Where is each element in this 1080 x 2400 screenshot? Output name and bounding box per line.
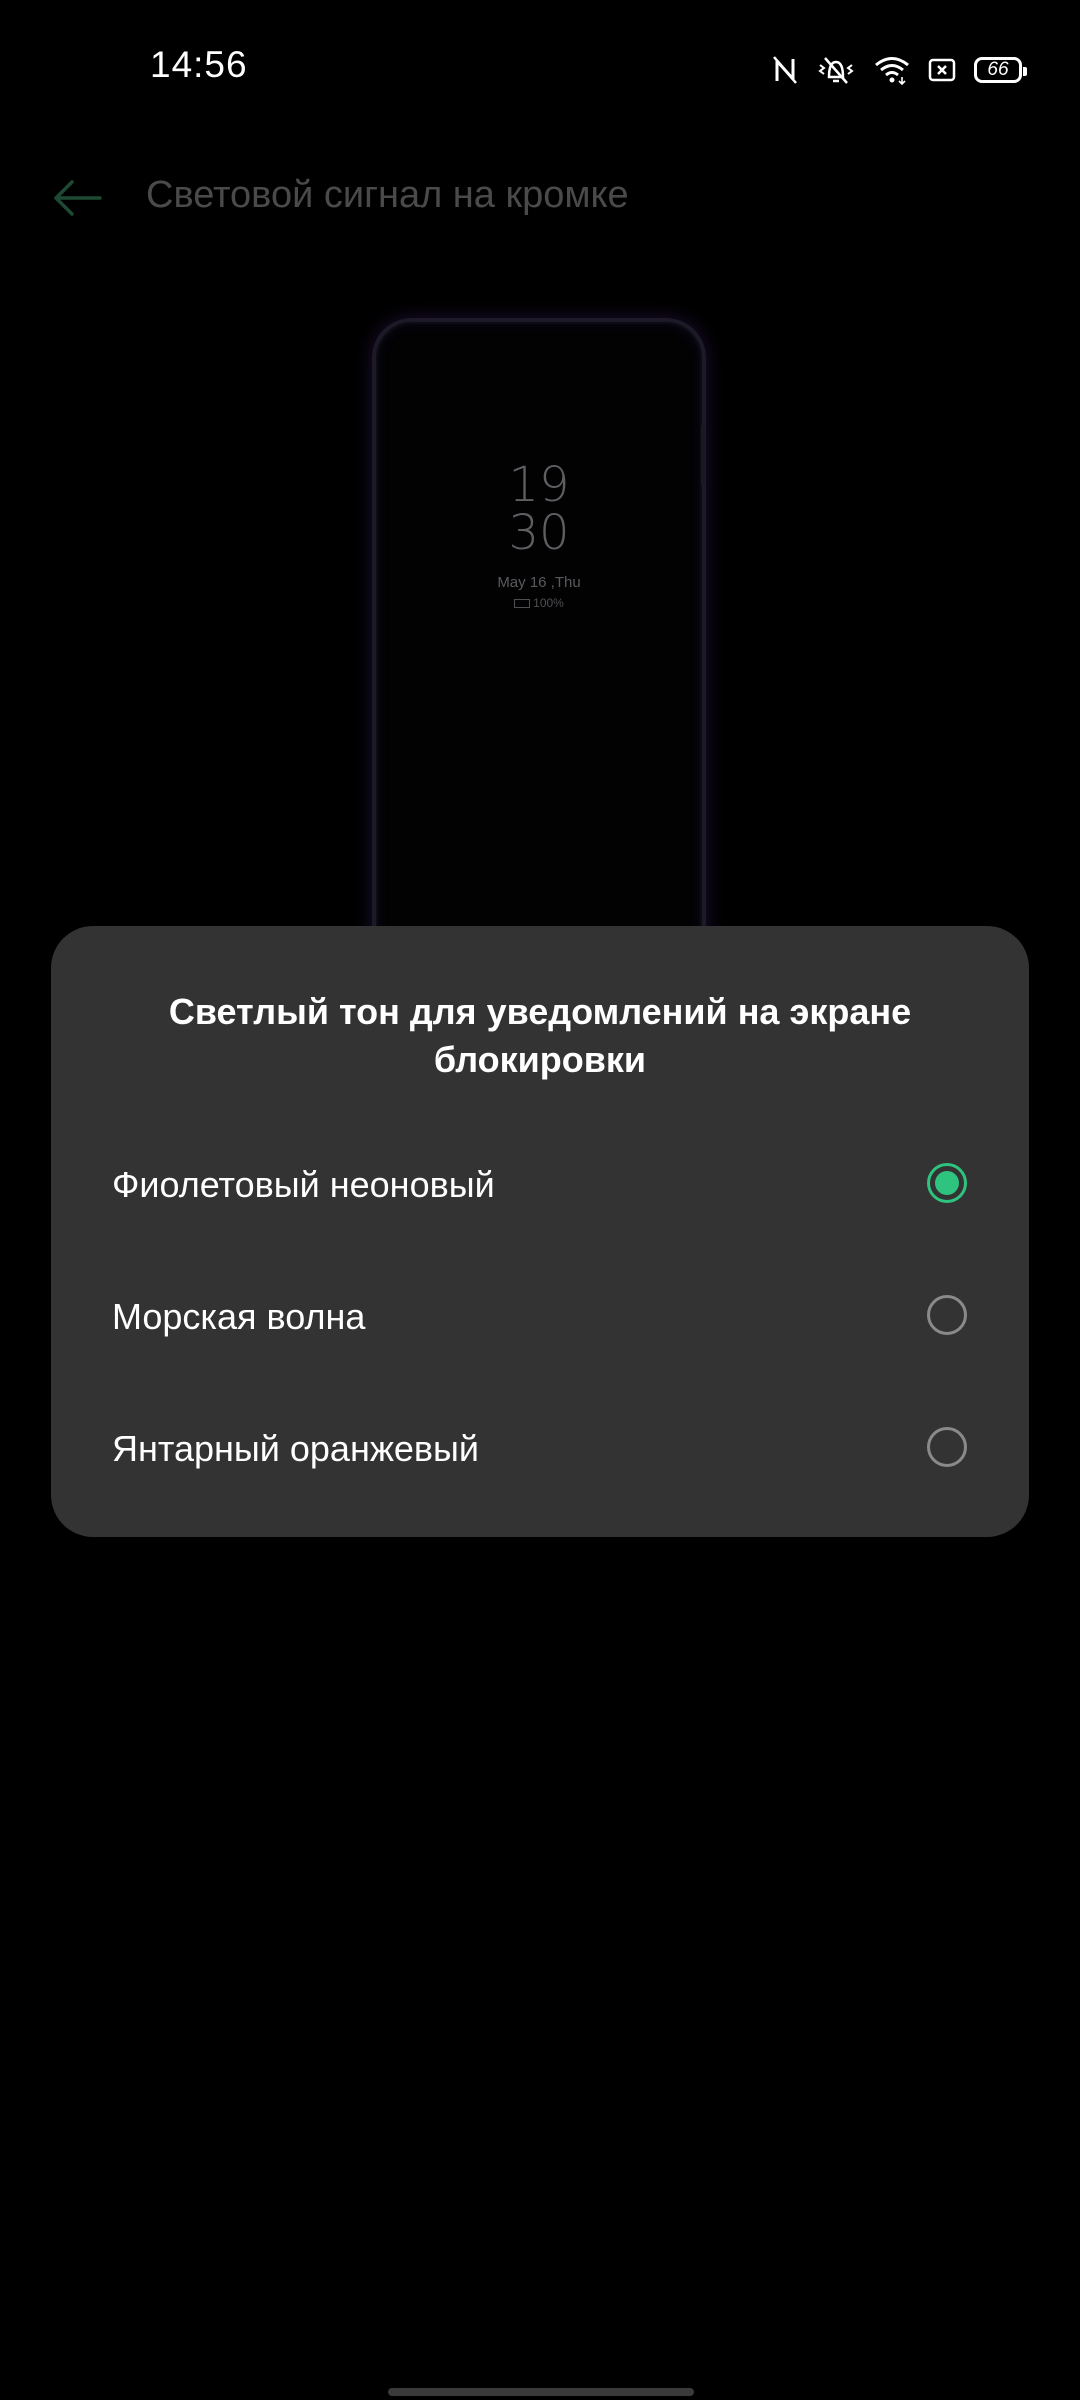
preview-battery: 100% (376, 596, 702, 610)
option-label: Морская волна (112, 1296, 366, 1337)
radio-selected-icon[interactable] (927, 1163, 967, 1203)
status-bar: 14:56 66 (0, 0, 1080, 135)
option-violet-neon[interactable]: Фиолетовый неоновый (51, 1118, 1029, 1250)
dialog-title: Светлый тон для уведомлений на экране бл… (168, 991, 912, 1080)
preview-battery-label: 100% (533, 596, 564, 610)
nfc-icon (772, 55, 798, 85)
vibrate-icon (816, 55, 856, 85)
phone-side-button (701, 425, 705, 485)
back-button[interactable] (50, 170, 106, 226)
preview-date: May 16 ,Thu (497, 574, 581, 591)
phone-preview: 19 30 May 16 ,Thu 100% (372, 318, 706, 1018)
preview-minute: 30 (508, 505, 570, 561)
option-label: Янтарный оранжевый (112, 1428, 480, 1469)
status-time: 14:56 (150, 44, 248, 85)
option-amber-orange[interactable]: Янтарный оранжевый (51, 1382, 1029, 1514)
app-header: Световой сигнал на кромке (0, 150, 1080, 245)
page-title: Световой сигнал на кромке (146, 174, 629, 216)
color-picker-dialog: Светлый тон для уведомлений на экране бл… (51, 926, 1029, 1537)
screen: 14:56 66 Световой сигнал на кромке 19 30… (0, 0, 1080, 2400)
wifi-icon (874, 55, 910, 85)
battery-icon: 66 (974, 57, 1027, 83)
option-sea-wave[interactable]: Морская волна (51, 1250, 1029, 1382)
preview-battery-icon (514, 599, 531, 609)
screen-record-icon (928, 57, 956, 83)
home-indicator[interactable] (388, 2388, 694, 2396)
option-label: Фиолетовый неоновый (112, 1164, 495, 1205)
arrow-left-icon (54, 180, 102, 216)
status-icons: 66 (772, 50, 1027, 90)
radio-unselected-icon[interactable] (927, 1295, 967, 1335)
radio-unselected-icon[interactable] (927, 1427, 967, 1467)
